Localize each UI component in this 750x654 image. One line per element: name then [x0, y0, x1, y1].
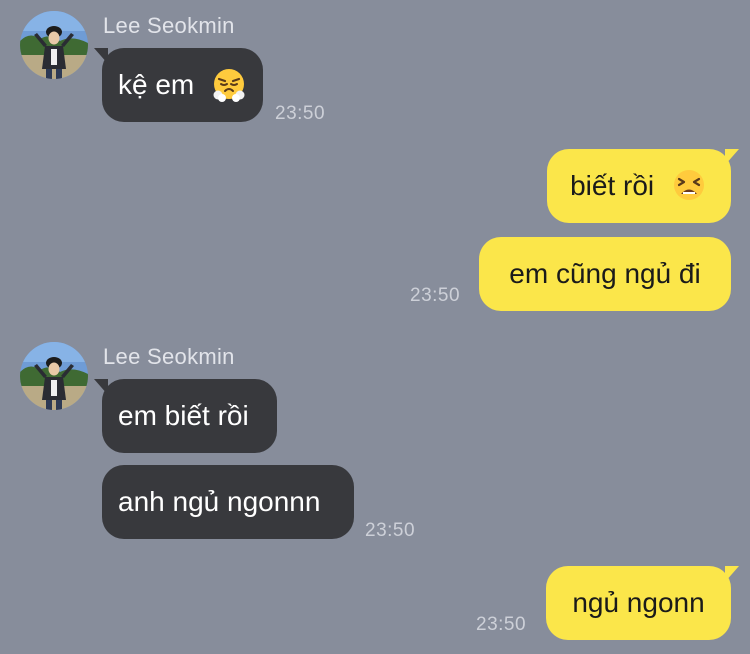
message-text: ngủ ngonn — [572, 587, 705, 618]
message-bubble-incoming[interactable]: anh ngủ ngonnn — [102, 465, 354, 539]
message-text: em cũng ngủ đi — [509, 258, 701, 289]
bubble-tail — [94, 379, 108, 395]
bubble-tail — [725, 566, 739, 582]
message-timestamp: 23:50 — [275, 103, 326, 124]
message-text: em biết rồi — [118, 400, 249, 431]
message-timestamp: 23:50 — [365, 520, 416, 541]
message-bubble-incoming[interactable]: em biết rồi — [94, 379, 277, 453]
message-bubble-outgoing[interactable]: em cũng ngủ đi — [479, 237, 731, 311]
bubble-tail — [94, 48, 108, 64]
message-text: biết rồi — [570, 170, 655, 201]
message-timestamp: 23:50 — [410, 285, 461, 306]
message-bubble-incoming[interactable]: kệ em — [94, 48, 263, 122]
message-bubble-outgoing[interactable]: biết rồi — [547, 149, 739, 223]
sender-name: Lee Seokmin — [103, 13, 235, 38]
bubble-tail — [725, 149, 739, 165]
face-with-steam-from-nose-icon — [213, 68, 245, 102]
message-bubble-outgoing[interactable]: ngủ ngonn — [546, 566, 739, 640]
message-text: anh ngủ ngonnn — [118, 486, 321, 517]
tired-face-icon — [673, 169, 704, 200]
message-timestamp: 23:50 — [476, 614, 527, 635]
message-text: kệ em — [118, 69, 195, 100]
sender-name: Lee Seokmin — [103, 344, 235, 369]
sender-avatar[interactable] — [20, 11, 88, 79]
sender-avatar[interactable] — [20, 342, 88, 410]
